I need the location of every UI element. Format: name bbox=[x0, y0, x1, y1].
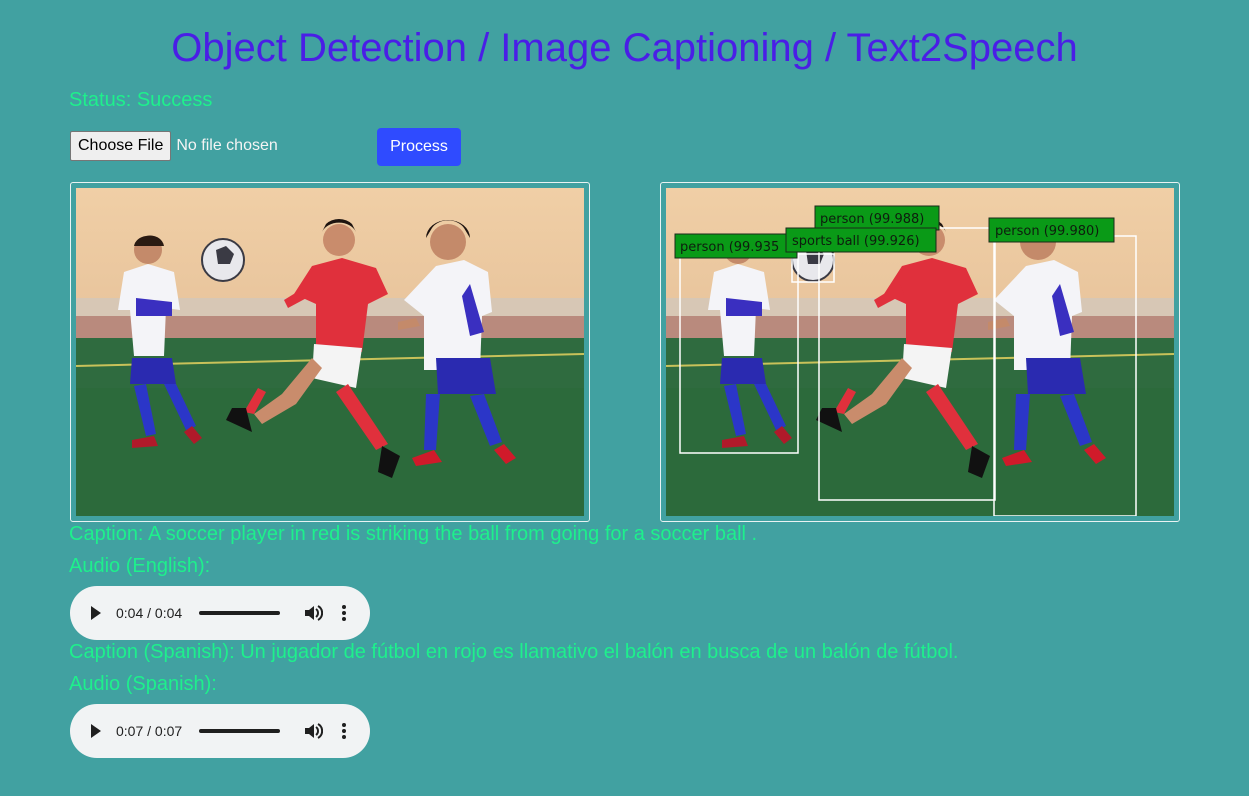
svg-text:person (99.980): person (99.980) bbox=[995, 224, 1099, 239]
caption-spanish: Caption (Spanish): Un jugador de fútbol … bbox=[69, 641, 959, 663]
more-options-icon[interactable] bbox=[334, 721, 354, 741]
audio-spanish-label: Audio (Spanish): bbox=[69, 673, 217, 695]
process-button[interactable]: Process bbox=[377, 128, 461, 166]
play-icon[interactable] bbox=[91, 724, 101, 738]
audio-progress-bar[interactable] bbox=[199, 729, 280, 733]
choose-file-button[interactable]: Choose File bbox=[70, 131, 172, 161]
page-title: Object Detection / Image Captioning / Te… bbox=[171, 26, 1078, 70]
svg-text:sports ball (99.926): sports ball (99.926) bbox=[792, 234, 920, 249]
audio-english-label: Audio (English): bbox=[69, 555, 211, 577]
detection-label-person-middle: person (99.988) bbox=[814, 205, 940, 231]
audio-player-english[interactable]: 0:04 / 0:04 bbox=[70, 586, 370, 640]
input-image-frame bbox=[70, 182, 590, 522]
caption-english: Caption: A soccer player in red is strik… bbox=[69, 523, 758, 545]
audio-player-spanish[interactable]: 0:07 / 0:07 bbox=[70, 704, 370, 758]
audio-time: 0:07 / 0:07 bbox=[116, 723, 183, 739]
volume-icon[interactable] bbox=[303, 603, 323, 623]
file-input[interactable]: Choose File No file chosen bbox=[70, 131, 278, 161]
output-image-frame: person (99.935 person (99.988) sports ba… bbox=[660, 182, 1180, 522]
audio-time: 0:04 / 0:04 bbox=[116, 605, 183, 621]
audio-progress-bar[interactable] bbox=[199, 611, 280, 615]
play-icon[interactable] bbox=[91, 606, 101, 620]
status-text: Status: Success bbox=[69, 89, 213, 111]
more-options-icon[interactable] bbox=[334, 603, 354, 623]
input-image bbox=[76, 188, 584, 516]
detection-label-person-left: person (99.935 bbox=[674, 233, 798, 259]
detection-label-sports-ball: sports ball (99.926) bbox=[785, 227, 937, 253]
detection-label-person-right: person (99.980) bbox=[988, 217, 1115, 243]
svg-text:person (99.935: person (99.935 bbox=[680, 240, 779, 255]
file-status-text: No file chosen bbox=[176, 137, 278, 154]
volume-icon[interactable] bbox=[303, 721, 323, 741]
svg-text:person (99.988): person (99.988) bbox=[820, 212, 924, 227]
output-image: person (99.935 person (99.988) sports ba… bbox=[666, 188, 1174, 516]
